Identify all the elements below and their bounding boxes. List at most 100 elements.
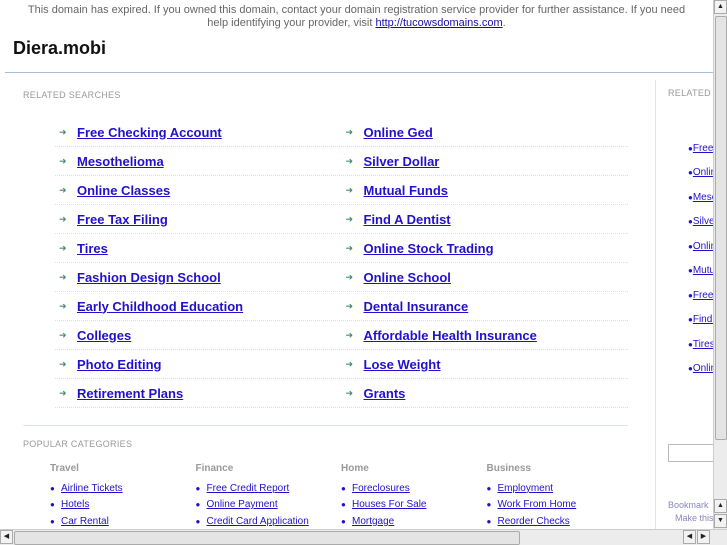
arrow-bullet-icon: ➜	[59, 329, 67, 340]
site-title: Diera.mobi	[13, 38, 107, 58]
related-item: ➜ Online School	[342, 270, 629, 285]
category-link[interactable]: Foreclosures	[352, 483, 410, 494]
sidebar-item: ●Mutual Funds	[668, 259, 713, 284]
sidebar-link[interactable]: Free Checking Account	[693, 143, 713, 154]
horizontal-scrollbar[interactable]: ◀ ◀ ▶	[0, 529, 727, 545]
related-link[interactable]: Free Tax Filing	[77, 212, 168, 227]
arrow-bullet-icon: ➜	[345, 358, 354, 369]
bullet-icon: ●	[341, 500, 346, 510]
sidebar-search-input[interactable]	[668, 444, 713, 462]
related-link[interactable]: Tires	[77, 241, 108, 256]
category-item: ● Foreclosures	[341, 480, 481, 497]
category-link[interactable]: Credit Card Application	[207, 516, 309, 527]
related-link[interactable]: Retirement Plans	[77, 386, 183, 401]
arrow-bullet-icon: ➜	[345, 387, 354, 398]
category-item: ● Houses For Sale	[341, 497, 481, 514]
related-item: ➜ Grants	[342, 386, 629, 401]
related-row: ➜ Online Classes ➜ Mutual Funds	[55, 176, 628, 205]
category-link[interactable]: Car Rental	[61, 516, 109, 527]
sidebar-link[interactable]: Online School	[693, 363, 713, 374]
related-link[interactable]: Lose Weight	[364, 357, 441, 372]
related-item: ➜ Early Childhood Education	[55, 299, 342, 314]
arrow-bullet-icon: ➜	[345, 213, 354, 224]
related-link[interactable]: Online Ged	[364, 125, 433, 140]
bookmark-link[interactable]: Bookmark	[668, 500, 713, 510]
related-item: ➜ Online Classes	[55, 183, 342, 198]
related-item: ➜ Dental Insurance	[342, 299, 629, 314]
related-item: ➜ Colleges	[55, 328, 342, 343]
sidebar-item: ●Mesothelioma	[668, 185, 713, 210]
related-link[interactable]: Mutual Funds	[364, 183, 449, 198]
vertical-scroll-thumb[interactable]	[715, 16, 727, 440]
related-item: ➜ Free Tax Filing	[55, 212, 342, 227]
make-homepage-link[interactable]: Make this	[675, 513, 713, 523]
scroll-left-icon[interactable]: ◀	[683, 530, 696, 544]
related-row: ➜ Tires ➜ Online Stock Trading	[55, 234, 628, 263]
related-item: ➜ Lose Weight	[342, 357, 629, 372]
arrow-bullet-icon: ➜	[345, 300, 354, 311]
related-row: ➜ Early Childhood Education ➜ Dental Insura…	[55, 292, 628, 321]
related-link[interactable]: Early Childhood Education	[77, 299, 243, 314]
horizontal-scroll-thumb[interactable]	[14, 531, 520, 545]
category-link[interactable]: Houses For Sale	[352, 499, 426, 510]
related-link[interactable]: Silver Dollar	[364, 154, 440, 169]
scroll-down-icon[interactable]: ▼	[714, 514, 727, 528]
arrow-bullet-icon: ➜	[59, 242, 67, 253]
category-link[interactable]: Online Payment	[207, 499, 278, 510]
scroll-left-icon[interactable]: ◀	[0, 530, 13, 544]
related-link[interactable]: Free Checking Account	[77, 125, 222, 140]
vertical-scrollbar[interactable]: ▲ ▲ ▼	[713, 0, 727, 529]
sidebar-link[interactable]: Mesothelioma	[693, 192, 713, 203]
sidebar-item: ●Online Ged	[668, 161, 713, 186]
related-link[interactable]: Colleges	[77, 328, 131, 343]
related-item: ➜ Free Checking Account	[55, 125, 342, 140]
related-link[interactable]: Find A Dentist	[364, 212, 451, 227]
related-link[interactable]: Affordable Health Insurance	[364, 328, 537, 343]
sidebar-label: RELATED	[668, 88, 711, 98]
sidebar-link[interactable]: Mutual Funds	[693, 265, 713, 276]
category-item: ● Reorder Checks	[487, 513, 627, 530]
category-link[interactable]: Employment	[498, 483, 554, 494]
category-link[interactable]: Work From Home	[498, 499, 577, 510]
related-row: ➜ Retirement Plans ➜ Grants	[55, 379, 628, 408]
related-item: ➜ Retirement Plans	[55, 386, 342, 401]
sidebar-link[interactable]: Online Ged	[693, 167, 713, 178]
related-item: ➜ Mesothelioma	[55, 154, 342, 169]
arrow-bullet-icon: ➜	[345, 184, 354, 195]
sidebar-link[interactable]: Tires	[693, 339, 713, 350]
related-link[interactable]: Online School	[364, 270, 451, 285]
related-link[interactable]: Dental Insurance	[364, 299, 469, 314]
sidebar-link[interactable]: Find A Dentist	[693, 314, 713, 325]
sidebar-item: ●Online Classes	[668, 234, 713, 259]
related-item: ➜ Fashion Design School	[55, 270, 342, 285]
sidebar-link[interactable]: Free Tax Filing	[693, 290, 713, 301]
tucows-link[interactable]: http://tucowsdomains.com	[375, 17, 502, 29]
related-link[interactable]: Mesothelioma	[77, 154, 164, 169]
category-link[interactable]: Mortgage	[352, 516, 394, 527]
sidebar-link[interactable]: Online Classes	[693, 241, 713, 252]
category-link[interactable]: Hotels	[61, 499, 89, 510]
arrow-bullet-icon: ➜	[59, 387, 67, 398]
related-link[interactable]: Fashion Design School	[77, 270, 221, 285]
sidebar-item: ● Tires	[668, 332, 713, 357]
category-travel: Travel ● Airline Tickets ● Hotels ● Car Rental	[50, 463, 190, 530]
related-link[interactable]: Online Classes	[77, 183, 170, 198]
related-link[interactable]: Grants	[364, 386, 406, 401]
arrow-bullet-icon: ➜	[59, 155, 67, 166]
related-link[interactable]: Online Stock Trading	[364, 241, 494, 256]
sidebar-link[interactable]: Silver Dollar	[693, 216, 713, 227]
header-divider	[5, 72, 713, 73]
category-link[interactable]: Reorder Checks	[498, 516, 570, 527]
related-item: ➜ Silver Dollar	[342, 154, 629, 169]
category-link[interactable]: Airline Tickets	[61, 483, 123, 494]
related-item: ➜ Affordable Health Insurance	[342, 328, 629, 343]
related-link[interactable]: Photo Editing	[77, 357, 161, 372]
bullet-icon: ●	[195, 516, 201, 526]
related-row: ➜ Fashion Design School ➜ Online School	[55, 263, 628, 292]
scroll-right-icon[interactable]: ▶	[697, 530, 710, 544]
arrow-bullet-icon: ➜	[59, 358, 67, 369]
bullet-icon: ●	[341, 483, 346, 493]
scroll-up-icon[interactable]: ▲	[714, 499, 727, 513]
category-link[interactable]: Free Credit Report	[207, 483, 290, 494]
scroll-up-icon[interactable]: ▲	[714, 0, 727, 14]
